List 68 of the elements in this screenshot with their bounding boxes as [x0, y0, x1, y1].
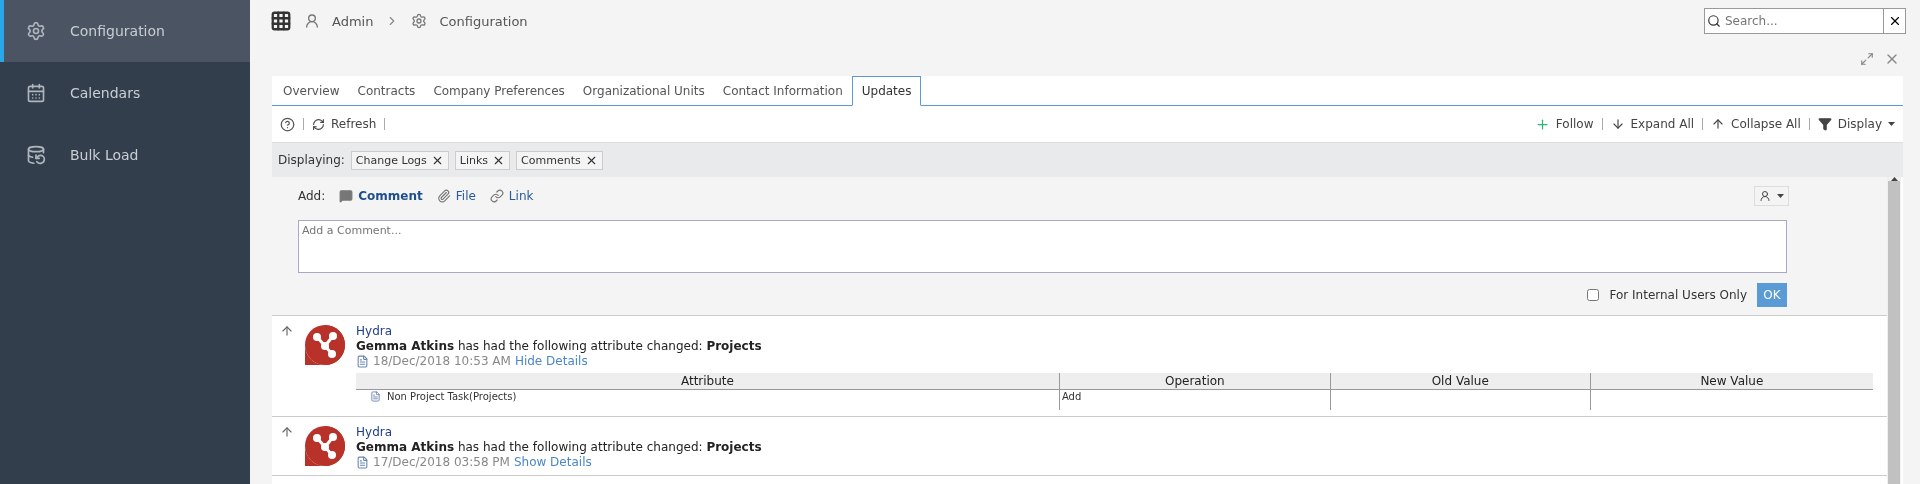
column-header: Old Value	[1330, 373, 1591, 390]
refresh-button[interactable]: Refresh	[312, 117, 377, 131]
filter-chip[interactable]: Links	[454, 150, 511, 170]
add-option[interactable]: Comment	[339, 189, 423, 204]
arrow-down-icon	[1610, 117, 1625, 131]
table-cell: Non Project Task(Projects)	[370, 391, 517, 402]
source-link[interactable]: Hydra	[356, 425, 1873, 439]
document-icon	[356, 354, 369, 368]
hub-logo-icon	[304, 324, 346, 366]
table-cell: Add	[1061, 391, 1082, 402]
tab[interactable]: Overview	[274, 76, 349, 105]
comment-field[interactable]: Add a Comment...	[298, 219, 1787, 273]
update-message: Gemma Atkins has had the following attribute changed: Projects	[356, 339, 763, 353]
caret-down-icon	[1888, 122, 1895, 126]
paperclip-icon	[436, 189, 451, 204]
add-label: Add:	[298, 189, 326, 204]
tab[interactable]: Company Preferences	[424, 76, 574, 105]
filter-chip[interactable]: Comments	[516, 150, 603, 170]
tab[interactable]: Organizational Units	[573, 76, 714, 105]
follow-button[interactable]: Follow	[1534, 116, 1594, 132]
filter-label: Displaying:	[278, 153, 345, 167]
filter-chip[interactable]: Change Logs	[350, 150, 449, 170]
user-icon	[1759, 190, 1771, 203]
checkbox-label: For Internal Users Only	[1609, 288, 1747, 302]
comment-icon	[339, 189, 354, 204]
breadcrumb-link[interactable]: Configuration	[439, 13, 528, 29]
details-toggle-link[interactable]: Show Details	[513, 455, 592, 469]
add-option[interactable]: Link	[489, 189, 534, 204]
refresh-icon	[312, 117, 325, 131]
search-field[interactable]: Search...	[1704, 8, 1906, 34]
expand-all-button[interactable]: Expand All	[1610, 117, 1695, 131]
app-grid-icon[interactable]	[270, 10, 292, 32]
tab[interactable]: Updates	[851, 76, 922, 106]
scrollbar[interactable]	[1887, 177, 1901, 484]
gear-icon	[26, 21, 46, 41]
link-icon	[489, 189, 504, 204]
sidebar-item[interactable]: Bulk Load	[0, 124, 250, 186]
maximize-icon[interactable]	[1860, 52, 1874, 66]
timestamp: 17/Dec/2018 03:58 PM	[373, 455, 510, 469]
tab[interactable]: Contracts	[348, 76, 425, 105]
column-header: Operation	[1059, 373, 1331, 390]
sidebar-item[interactable]: Configuration	[0, 0, 250, 62]
document-icon	[356, 455, 369, 469]
help-icon[interactable]	[280, 116, 295, 132]
tab[interactable]: Contact Information	[713, 76, 852, 105]
collapse-all-button[interactable]: Collapse All	[1711, 117, 1801, 131]
column-header: Attribute	[356, 373, 1060, 390]
plus-icon	[1534, 116, 1550, 132]
sidebar-item[interactable]: Calendars	[0, 62, 250, 124]
details-toggle-link[interactable]: Hide Details	[514, 354, 588, 368]
user-icon	[304, 13, 320, 29]
column-header: New Value	[1590, 373, 1873, 390]
database-icon	[26, 145, 46, 165]
source-link[interactable]: Hydra	[356, 324, 1873, 338]
breadcrumb-link[interactable]: Admin	[332, 13, 374, 29]
timestamp: 18/Dec/2018 10:53 AM	[373, 354, 511, 368]
gear-icon	[411, 13, 428, 29]
add-option[interactable]: File	[436, 189, 476, 204]
calendar-icon	[26, 83, 46, 103]
display-button[interactable]: Display	[1817, 117, 1895, 131]
funnel-icon	[1817, 117, 1832, 131]
search-icon	[1707, 14, 1721, 28]
document-icon	[370, 391, 381, 402]
checkbox[interactable]	[1587, 289, 1600, 301]
caret-down-icon	[1777, 194, 1784, 199]
hub-logo-icon	[304, 425, 346, 467]
mention-button[interactable]	[1754, 186, 1789, 207]
update-message: Gemma Atkins has had the following attribute changed: Projects	[356, 440, 763, 454]
